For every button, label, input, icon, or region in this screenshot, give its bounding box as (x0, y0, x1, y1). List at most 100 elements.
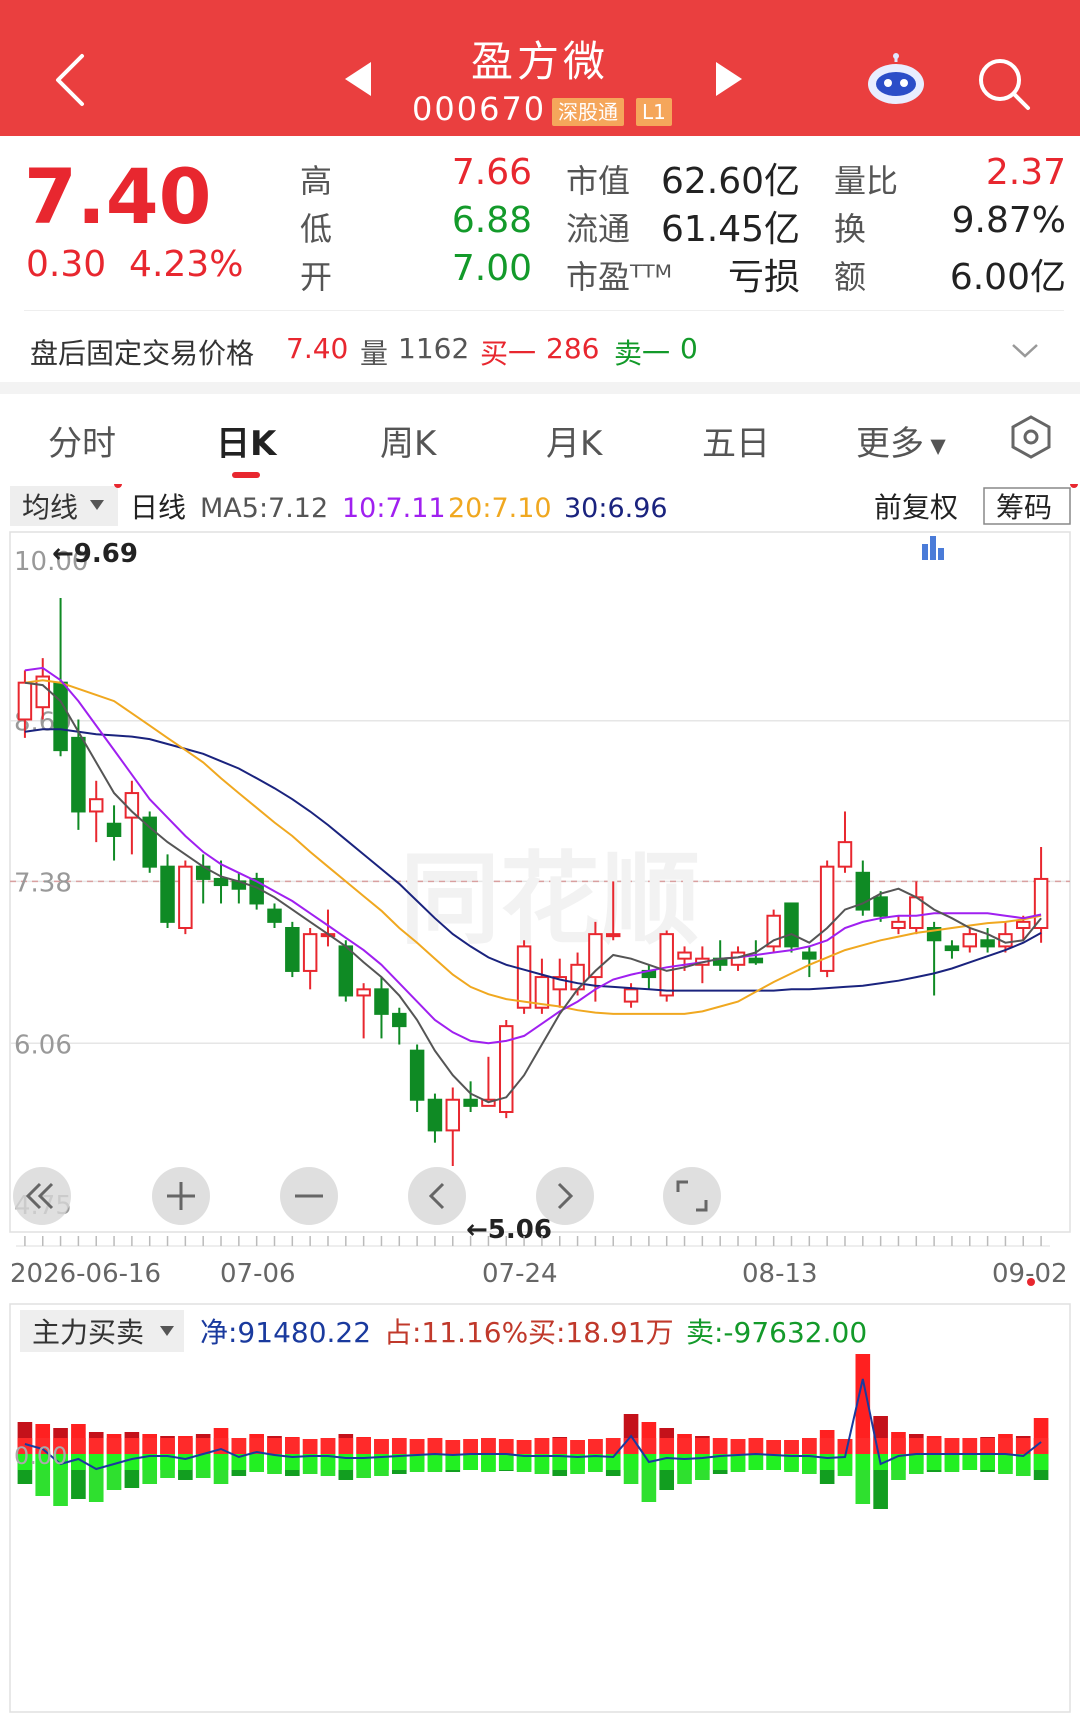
ma30-value: 30:6.96 (564, 493, 668, 524)
flow-buy-bar-top (712, 1438, 728, 1454)
high-value: 7.66 (451, 152, 532, 193)
chips-dot (1070, 484, 1078, 488)
flow-buy-bar-top (267, 1438, 282, 1454)
candle-down (338, 945, 354, 997)
volratio-value: 2.37 (985, 152, 1066, 193)
flow-buy-bar-top (802, 1438, 817, 1454)
volratio-label: 量比 (834, 162, 899, 200)
flow-buy-bar-top (748, 1438, 764, 1454)
scroll-left-icon[interactable] (408, 1167, 466, 1225)
float-value: 61.45亿 (660, 209, 800, 250)
candle-up (516, 945, 532, 1009)
flow-sell-bar-top (908, 1454, 924, 1470)
adjust-mode[interactable]: 前复权 (874, 491, 958, 524)
next-stock-arrow-icon[interactable] (716, 62, 742, 96)
x-tick-label: 2026-06-16 (10, 1259, 161, 1289)
tab-more-label: 更多 (856, 424, 924, 464)
flow-sell-bar-top (1033, 1454, 1049, 1470)
tab-daily-k[interactable]: 日K (216, 416, 276, 465)
flow-sell-bar-top (695, 1454, 710, 1470)
candle-down (142, 816, 157, 868)
candle-down (106, 822, 122, 838)
flow-buy-bar-top (374, 1439, 389, 1454)
fullscreen-icon[interactable] (663, 1167, 721, 1225)
flow-buy-bar-top (231, 1438, 247, 1454)
zoom-out-icon[interactable] (280, 1167, 338, 1225)
pe-value: 亏损 (727, 257, 800, 298)
flow-sell-bar-top (766, 1454, 781, 1470)
tab-five-day[interactable]: 五日 (702, 416, 770, 465)
candle-down (873, 896, 888, 917)
flow-sell-bar-top (623, 1454, 639, 1470)
bid1-label: 买一 (480, 337, 537, 370)
flow-buy-bar-top (285, 1438, 300, 1454)
flow-sell-bar-top (249, 1454, 264, 1470)
candle-down (944, 945, 960, 952)
ma-selector-label: 均线 (22, 491, 78, 524)
tab-more[interactable]: 更多 ▼ (856, 416, 946, 465)
search-icon[interactable] (976, 56, 1032, 112)
min-price-annotation: ←5.06 (466, 1215, 552, 1245)
stock-header: 盈方微 000670 深股通 L1 (0, 0, 1080, 136)
flow-sell-bar-top (124, 1454, 140, 1470)
last-price: 7.40 (24, 152, 212, 241)
candle-down (409, 1049, 425, 1101)
bid1-value: 286 (546, 332, 600, 365)
candle-up (124, 792, 140, 819)
candle-up (909, 896, 924, 930)
scroll-start-icon[interactable] (13, 1167, 71, 1225)
candle-up (766, 914, 781, 948)
zoom-in-icon[interactable] (152, 1167, 210, 1225)
scroll-right-icon[interactable] (536, 1167, 594, 1225)
after-hours-price: 7.40 (286, 332, 349, 365)
turnover-label: 换 (834, 210, 867, 248)
after-hours-bar[interactable]: 盘后固定交易价格 7.40 量 1162 买一 286 卖一 0 (0, 320, 1080, 382)
candle-down (748, 957, 764, 964)
low-value: 6.88 (451, 200, 532, 241)
flow-sell: 卖:-97632.00 (686, 1316, 867, 1349)
flow-buy-bar-top (641, 1438, 657, 1454)
watermark-logo: 同花顺 (400, 841, 700, 958)
flow-net-line (24, 1378, 1042, 1471)
flow-frame (9, 1303, 1071, 1713)
candle-down (160, 865, 175, 923)
flow-buy-bar-top (766, 1440, 781, 1454)
candle-down (784, 902, 799, 948)
flow-buy-bar-top (570, 1440, 585, 1454)
flow-buy-bar-top (837, 1439, 853, 1454)
level-tag: L1 (636, 98, 672, 126)
bar-chart-toggle-icon[interactable] (922, 536, 944, 560)
candle-up (17, 681, 33, 721)
candle-up (891, 920, 906, 930)
flow-buy-bar-top (534, 1438, 550, 1454)
tab-intraday[interactable]: 分时 (48, 416, 116, 465)
flow-buy-bar-top (677, 1438, 692, 1454)
tab-monthly-k[interactable]: 月K (546, 416, 602, 465)
flow-buy-bar-top (962, 1438, 978, 1454)
flow-sell-bar-top (855, 1454, 871, 1470)
tab-weekly-k[interactable]: 周K (380, 416, 436, 465)
amount-label: 额 (834, 258, 867, 296)
flow-buy-bar-top (391, 1438, 407, 1454)
flow-sell-bar-top (409, 1454, 425, 1470)
active-tab-indicator (232, 472, 260, 478)
flow-sell-bar-top (819, 1454, 835, 1470)
chevron-down-icon[interactable] (1010, 342, 1040, 360)
candle-down (463, 1098, 478, 1107)
candle-up (659, 933, 674, 997)
flow-buy-bar-top (160, 1438, 175, 1454)
flow-sell-bar-top (427, 1454, 443, 1470)
flow-buy-bar-top (124, 1438, 140, 1454)
mktcap-label: 市值 (566, 162, 631, 200)
stock-code: 000670 (412, 90, 547, 128)
amount-value: 6.00亿 (949, 257, 1066, 298)
robot-assistant-icon[interactable] (864, 52, 928, 108)
flow-zero-label: 0.00 (14, 1442, 67, 1470)
candle-up (1033, 877, 1049, 929)
ma5-value: MA5:7.12 (200, 493, 328, 524)
flow-buy-bar-top (908, 1438, 924, 1454)
chips-button-label: 筹码 (996, 491, 1052, 524)
candle-up (178, 865, 193, 929)
settings-hexagon-icon[interactable] (1008, 414, 1054, 460)
kline-chart[interactable]: 均线 日线 MA5:7.12 10:7.11 20:7.10 30:6.96 前… (0, 484, 1080, 1717)
